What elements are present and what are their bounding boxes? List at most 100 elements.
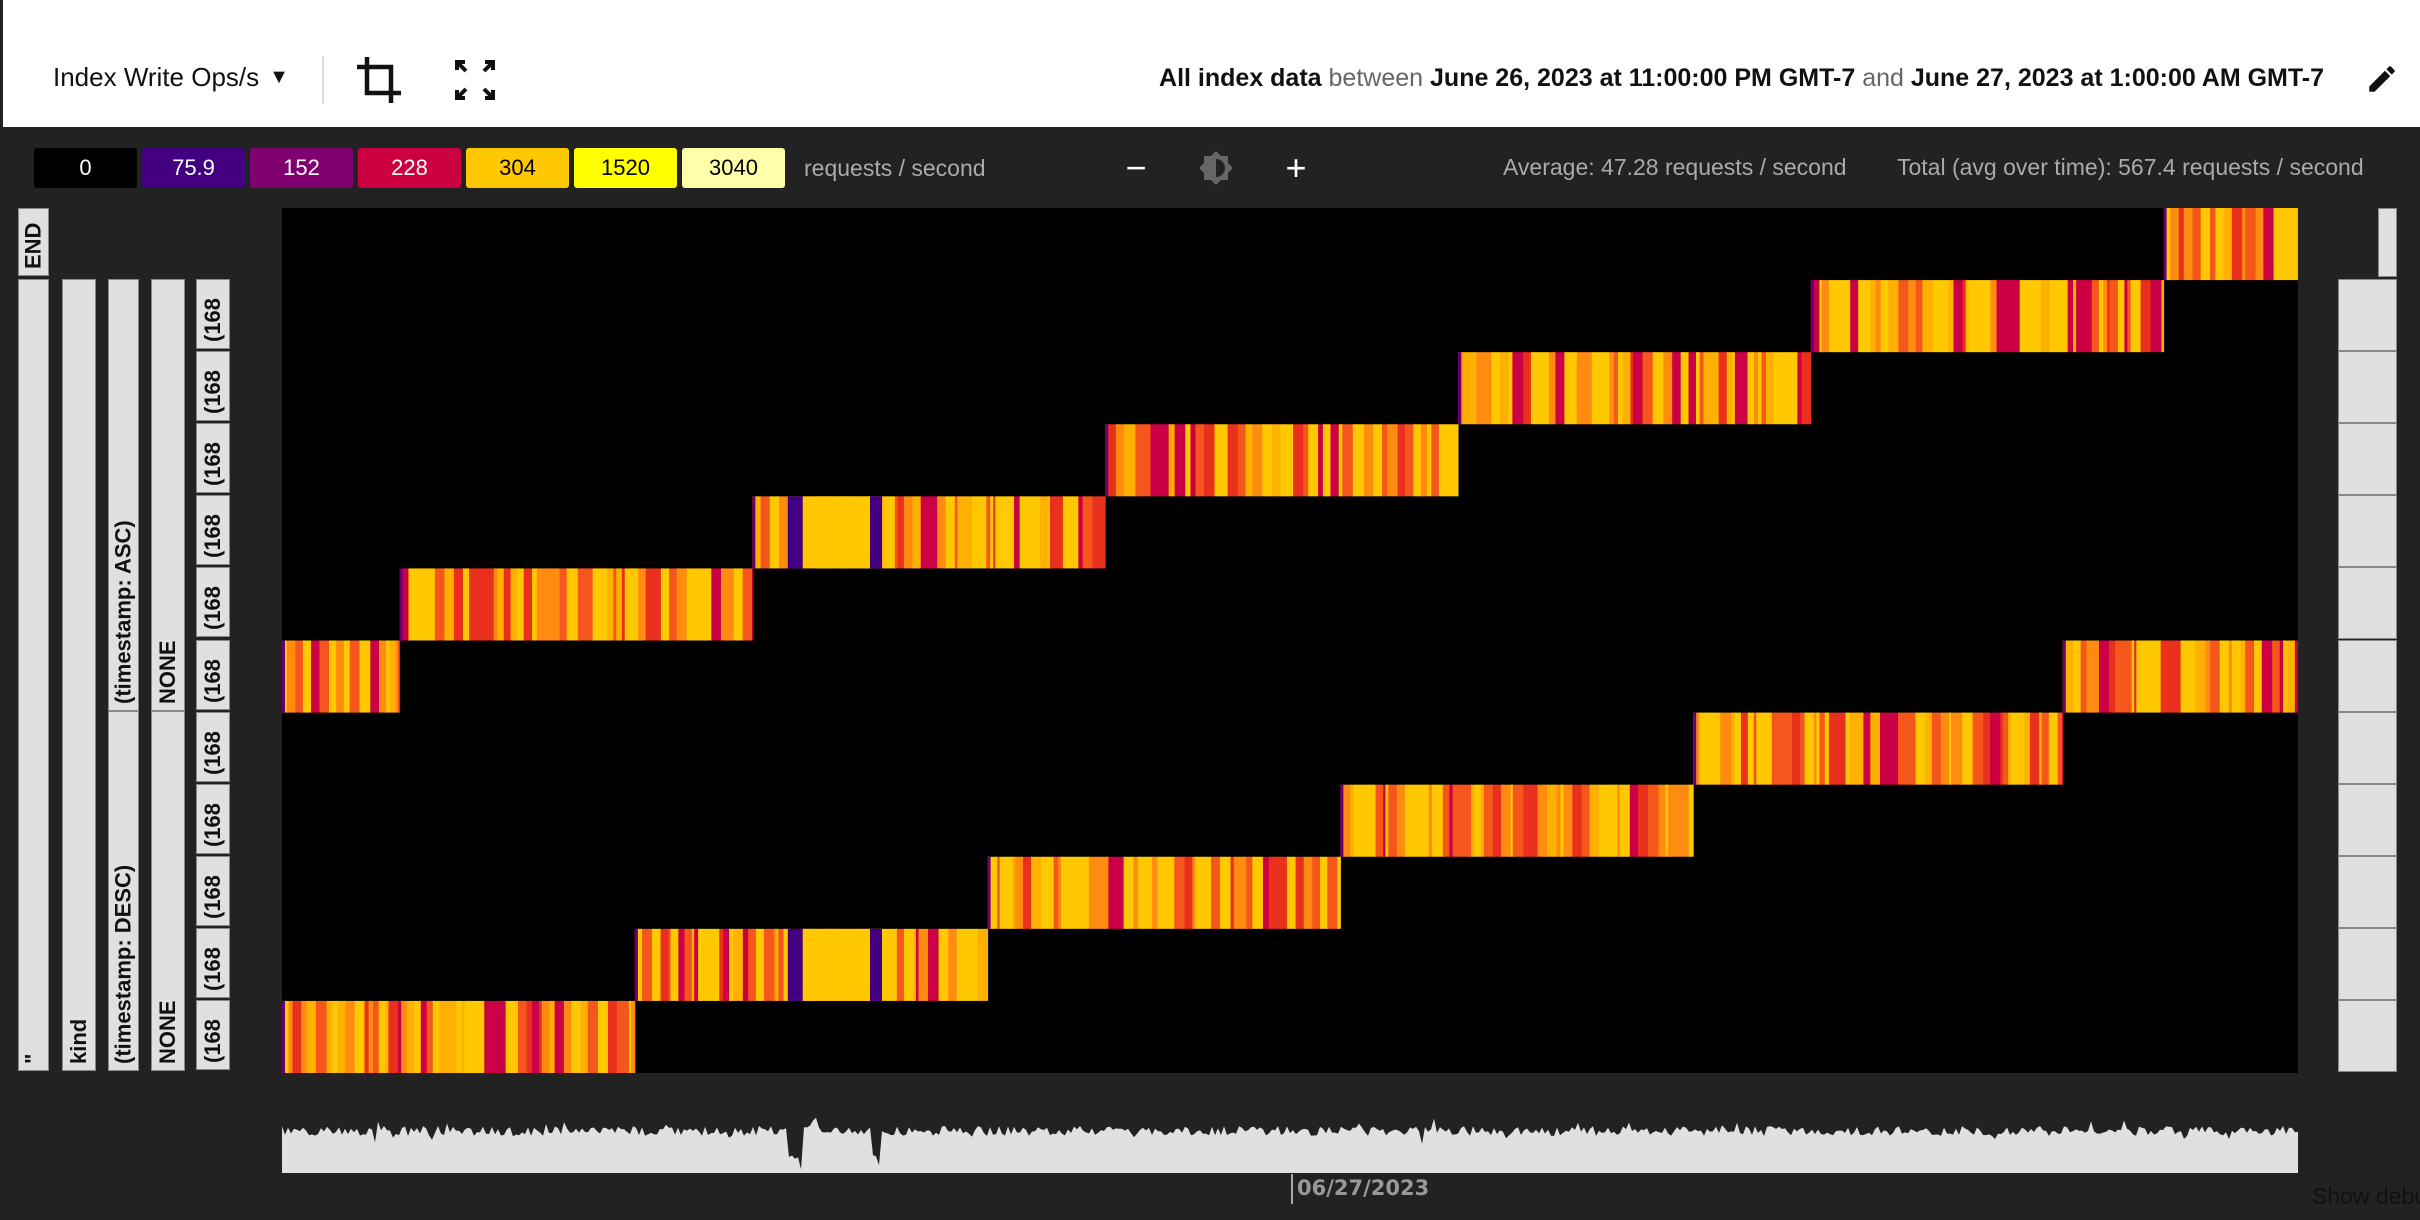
heat-cell [1438, 424, 1449, 497]
brightness-icon[interactable] [1198, 150, 1234, 186]
key-row-label[interactable]: (168 [196, 855, 230, 926]
row-selector[interactable] [2338, 279, 2397, 351]
pencil-icon[interactable] [2365, 62, 2399, 96]
heat-cell [1387, 424, 1399, 497]
row-selector[interactable] [2338, 495, 2397, 568]
heat-cell [2073, 280, 2077, 353]
zoom-out-button[interactable]: − [1116, 147, 1156, 188]
key-column-kind[interactable]: kind [62, 279, 96, 1071]
key-row-label[interactable]: (168 [196, 279, 230, 349]
row-selector[interactable] [2338, 927, 2397, 1000]
row-selector[interactable] [2338, 423, 2397, 496]
heatmap[interactable] [282, 208, 2298, 1073]
heat-cell [2067, 280, 2074, 353]
heat-cell [686, 568, 698, 641]
heat-cell [1810, 712, 1815, 785]
key-timestamp-desc[interactable]: (timestamp: DESC) [108, 711, 139, 1071]
row-selector[interactable] [2338, 351, 2397, 424]
key-end-label[interactable]: END [18, 208, 49, 276]
heat-cell [1941, 280, 1950, 353]
key-row-label[interactable]: (168 [196, 423, 230, 494]
heat-cell [1925, 712, 1933, 785]
row-selector[interactable] [2378, 208, 2397, 277]
heat-cell [670, 928, 677, 1001]
key-column-1[interactable]: " [18, 279, 49, 1071]
heat-cell [394, 1000, 399, 1073]
heat-cell [1286, 856, 1297, 929]
heat-cell [1045, 856, 1055, 929]
heat-cell [1500, 352, 1510, 425]
heat-cell [582, 568, 594, 641]
heat-cell [697, 568, 709, 641]
heat-cell [990, 496, 994, 569]
heat-cell [343, 640, 351, 713]
row-selector[interactable] [2338, 567, 2397, 640]
heat-cell-steady [802, 496, 870, 569]
heat-cell [1800, 712, 1806, 785]
heat-cell [2283, 640, 2288, 713]
heat-cell [1028, 496, 1041, 569]
heat-cell [1031, 856, 1042, 929]
heat-cell [2272, 640, 2281, 713]
crop-icon[interactable] [355, 55, 403, 105]
heat-cell [444, 568, 455, 641]
heat-cell [1563, 784, 1573, 857]
heat-cell [1219, 856, 1232, 929]
heat-cell [1243, 856, 1247, 929]
key-timestamp-asc[interactable]: (timestamp: ASC) [108, 279, 139, 711]
heat-cell [2254, 640, 2263, 713]
heat-cell [642, 928, 653, 1001]
heat-cell [1508, 352, 1513, 425]
key-row-label[interactable]: (168 [196, 639, 230, 710]
key-row-label[interactable]: (168 [196, 567, 230, 638]
heat-cell-edge [1105, 424, 1109, 497]
row-selector[interactable] [2338, 855, 2397, 928]
key-row-label[interactable]: (168 [196, 495, 230, 566]
heat-cell [1262, 856, 1270, 929]
key-row-label[interactable]: (168 [196, 351, 230, 422]
heat-cell [2180, 640, 2192, 713]
heat-cell [755, 928, 765, 1001]
row-selector[interactable] [2338, 711, 2397, 784]
heat-cell [2255, 208, 2264, 281]
heat-cell [464, 1000, 474, 1073]
fullscreen-icon[interactable] [455, 60, 495, 100]
heat-cell [1413, 424, 1422, 497]
heat-cell [1053, 856, 1059, 929]
heat-cell [729, 928, 734, 1001]
heat-cell [2117, 280, 2125, 353]
heat-cell [1474, 784, 1481, 857]
row-selector[interactable] [2338, 1000, 2397, 1072]
heat-cell [1810, 352, 1812, 425]
heat-cell [2136, 640, 2140, 713]
row-selector[interactable] [2338, 783, 2397, 856]
heat-cell [1570, 352, 1578, 425]
heat-cell [1448, 424, 1459, 497]
heat-cell [1849, 712, 1857, 785]
key-row-label[interactable]: (168 [196, 1000, 230, 1070]
heat-cell [638, 928, 643, 1001]
heat-cell [1619, 784, 1629, 857]
total-stat: Total (avg over time): 567.4 requests / … [1897, 154, 2364, 180]
sparkline-area [282, 1117, 2298, 1173]
heat-cell [1324, 424, 1331, 497]
heat-cell [476, 568, 485, 641]
row-selector[interactable] [2338, 639, 2397, 712]
legend-unit: requests / second [804, 154, 986, 181]
metric-dropdown[interactable]: Index Write Ops/s ▼ [53, 62, 289, 93]
key-row-label[interactable]: (168 [196, 711, 230, 782]
key-row-label[interactable]: (168 [196, 927, 230, 998]
heat-cell [1858, 280, 1866, 353]
zoom-in-button[interactable]: + [1276, 147, 1316, 188]
heat-cell [1553, 784, 1558, 857]
heat-cell [1103, 856, 1109, 929]
key-none-1[interactable]: NONE [151, 279, 185, 711]
heat-cell [1845, 712, 1850, 785]
heat-cell-edge [1458, 352, 1461, 425]
show-debug-link[interactable]: Show debug [2312, 1183, 2420, 1210]
key-none-2[interactable]: NONE [151, 711, 185, 1071]
heat-cell [370, 640, 380, 713]
activity-sparkline[interactable] [282, 1105, 2298, 1173]
heat-cell [541, 1000, 551, 1073]
key-row-label[interactable]: (168 [196, 783, 230, 854]
